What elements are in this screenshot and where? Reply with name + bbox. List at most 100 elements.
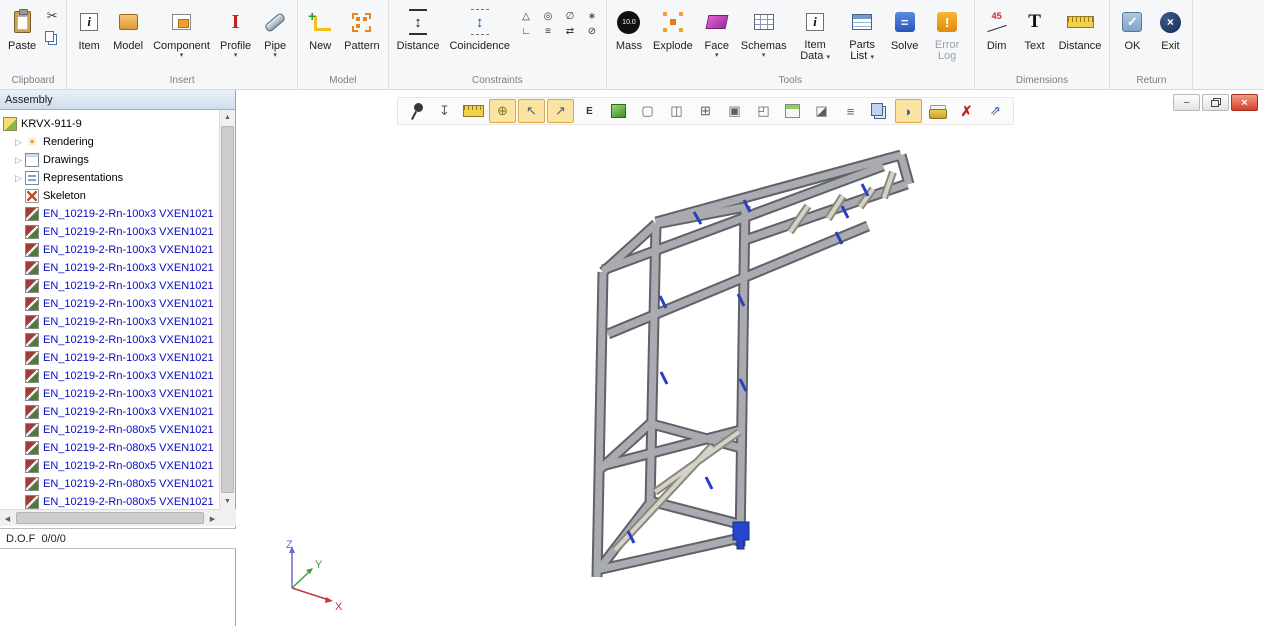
tree-item[interactable]: EN_10219-2-Rn-080x5 VXEN1021 xyxy=(0,475,220,493)
explode-button[interactable]: Explode xyxy=(648,1,698,69)
tree-item[interactable]: EN_10219-2-Rn-100x3 VXEN1021 xyxy=(0,403,220,421)
scroll-right-arrow[interactable]: ▶ xyxy=(205,511,220,526)
distance-dim-button[interactable]: Distance xyxy=(1054,1,1107,69)
vertical-scroll-thumb[interactable] xyxy=(221,126,234,493)
tree-item[interactable]: EN_10219-2-Rn-080x5 VXEN1021 xyxy=(0,493,220,509)
section-view-icon[interactable] xyxy=(779,99,806,123)
expand-arrow-icon[interactable]: ▷ xyxy=(12,137,25,148)
tree-item[interactable]: EN_10219-2-Rn-100x3 VXEN1021 xyxy=(0,277,220,295)
tree-item[interactable]: EN_10219-2-Rn-100x3 VXEN1021 xyxy=(0,223,220,241)
coincidence-constraint-button[interactable]: ↕ Coincidence xyxy=(444,1,515,69)
tree-item[interactable]: EN_10219-2-Rn-100x3 VXEN1021 xyxy=(0,259,220,277)
lock-constraint-icon[interactable]: ⊘ xyxy=(581,24,603,39)
tree-vertical-scrollbar[interactable]: ▲ ▼ xyxy=(219,110,235,509)
pipe-button[interactable]: Pipe ▾ xyxy=(256,1,294,69)
distance-constraint-button[interactable]: ↕ Distance xyxy=(392,1,445,69)
equal-constraint-icon[interactable]: ⇄ xyxy=(559,24,581,39)
item-data-button[interactable]: i Item Data ▾ xyxy=(792,1,839,69)
ok-button[interactable]: ✓ OK xyxy=(1113,1,1151,69)
minimize-button[interactable]: – xyxy=(1173,94,1200,111)
tree-item-label: EN_10219-2-Rn-100x3 VXEN1021 xyxy=(43,388,214,400)
mass-button[interactable]: 10.0 Mass xyxy=(610,1,648,69)
schemas-button[interactable]: Schemas ▾ xyxy=(736,1,792,69)
exit-button[interactable]: × Exit xyxy=(1151,1,1189,69)
steel-frame-model[interactable] xyxy=(237,90,1264,626)
wireframe-view-icon[interactable]: ▢ xyxy=(634,99,661,123)
3d-viewport[interactable]: ↧ ⊕ ↖ ↗ E xyxy=(237,90,1264,626)
delete-red-icon[interactable]: ✗ xyxy=(953,99,980,123)
tree-item[interactable]: EN_10219-2-Rn-080x5 VXEN1021 xyxy=(0,439,220,457)
hidden-line-view-icon[interactable]: ◫ xyxy=(663,99,690,123)
solve-button[interactable]: = Solve xyxy=(886,1,924,69)
print-icon[interactable] xyxy=(924,99,951,123)
face-button[interactable]: Face ▾ xyxy=(698,1,736,69)
horizontal-scroll-thumb[interactable] xyxy=(16,512,204,524)
expand-arrow-icon[interactable]: ▷ xyxy=(12,173,25,184)
list-icon[interactable]: ≡ xyxy=(837,99,864,123)
pick-element-icon[interactable]: E xyxy=(576,99,603,123)
scroll-left-arrow[interactable]: ◀ xyxy=(0,511,15,526)
tree-item-label: EN_10219-2-Rn-100x3 VXEN1021 xyxy=(43,262,214,274)
measure-from-icon[interactable]: ↧ xyxy=(431,99,458,123)
scroll-up-arrow[interactable]: ▲ xyxy=(220,110,235,125)
tree-item[interactable]: EN_10219-2-Rn-080x5 VXEN1021 xyxy=(0,421,220,439)
tree-item[interactable]: EN_10219-2-Rn-100x3 VXEN1021 xyxy=(0,295,220,313)
item-button[interactable]: i Item xyxy=(70,1,108,69)
ruler-icon[interactable] xyxy=(460,99,487,123)
text-button[interactable]: T Text xyxy=(1016,1,1054,69)
tree-item[interactable]: EN_10219-2-Rn-100x3 VXEN1021 xyxy=(0,241,220,259)
tree-item-label: KRVX-911-9 xyxy=(21,118,82,130)
symmetry-constraint-icon[interactable]: ∗ xyxy=(581,9,603,24)
tree-item[interactable]: EN_10219-2-Rn-100x3 VXEN1021 xyxy=(0,367,220,385)
surface-shade-icon[interactable]: ◗ xyxy=(895,99,922,123)
error-log-button[interactable]: ! Error Log xyxy=(924,1,971,69)
tree-item-label: Skeleton xyxy=(43,190,86,202)
tree-item[interactable]: ▷ Representations xyxy=(0,169,220,187)
tree-item[interactable]: ▷ Drawings xyxy=(0,151,220,169)
tree-item[interactable]: EN_10219-2-Rn-100x3 VXEN1021 xyxy=(0,385,220,403)
tree-item[interactable]: EN_10219-2-Rn-100x3 VXEN1021 xyxy=(0,313,220,331)
quarter-view-icon[interactable]: ◰ xyxy=(750,99,777,123)
restore-button[interactable] xyxy=(1202,94,1229,111)
pin-icon[interactable] xyxy=(402,99,429,123)
tools-group-label: Tools xyxy=(610,75,971,89)
tree-item-label: EN_10219-2-Rn-100x3 VXEN1021 xyxy=(43,406,214,418)
copy-stack-icon[interactable] xyxy=(866,99,893,123)
copy-button[interactable] xyxy=(41,27,63,49)
snap-cursor-icon[interactable]: ↖ xyxy=(518,99,545,123)
parts-list-button[interactable]: Parts List ▾ xyxy=(839,1,886,69)
tree-item[interactable]: EN_10219-2-Rn-100x3 VXEN1021 xyxy=(0,349,220,367)
solid-edges-view-icon[interactable]: ▣ xyxy=(721,99,748,123)
tree-item[interactable]: EN_10219-2-Rn-080x5 VXEN1021 xyxy=(0,457,220,475)
tangent-constraint-icon[interactable]: ∅ xyxy=(559,9,581,24)
tree-item[interactable]: EN_10219-2-Rn-100x3 VXEN1021 xyxy=(0,331,220,349)
exit-icon: × xyxy=(1160,12,1181,33)
model-button[interactable]: Model xyxy=(108,1,148,69)
concentric-constraint-icon[interactable]: ◎ xyxy=(537,9,559,24)
angle-constraint-icon[interactable]: △ xyxy=(515,9,537,24)
scroll-down-arrow[interactable]: ▼ xyxy=(220,494,235,509)
shaded-view-icon[interactable] xyxy=(605,99,632,123)
tree-item[interactable]: EN_10219-2-Rn-100x3 VXEN1021 xyxy=(0,205,220,223)
export-view-icon[interactable]: ⇗ xyxy=(982,99,1009,123)
expand-arrow-icon[interactable]: ▷ xyxy=(12,155,25,166)
snap-point-icon[interactable]: ⊕ xyxy=(489,99,516,123)
snap-angle-icon[interactable]: ↗ xyxy=(547,99,574,123)
tree-item[interactable]: Skeleton xyxy=(0,187,220,205)
tree-item[interactable]: KRVX-911-9 xyxy=(0,115,220,133)
dim-button[interactable]: 45 Dim xyxy=(978,1,1016,69)
profile-button[interactable]: I Profile ▾ xyxy=(215,1,256,69)
component-button[interactable]: Component ▾ xyxy=(148,1,215,69)
tree-horizontal-scrollbar[interactable]: ◀ ▶ xyxy=(0,509,220,526)
pattern-button[interactable]: Pattern xyxy=(339,1,384,69)
close-button[interactable]: × xyxy=(1231,94,1258,111)
clip-plane-icon[interactable]: ◪ xyxy=(808,99,835,123)
parallel-constraint-icon[interactable]: ≡ xyxy=(537,24,559,39)
cut-button[interactable]: ✂ xyxy=(41,5,63,27)
ribbon-group-return: ✓ OK × Exit Return xyxy=(1110,0,1193,89)
new-button[interactable]: + New xyxy=(301,1,339,69)
wire-shaded-view-icon[interactable]: ⊞ xyxy=(692,99,719,123)
perpendicular-constraint-icon[interactable]: ∟ xyxy=(515,24,537,39)
tree-item[interactable]: ▷ Rendering xyxy=(0,133,220,151)
paste-button[interactable]: Paste xyxy=(3,1,41,69)
